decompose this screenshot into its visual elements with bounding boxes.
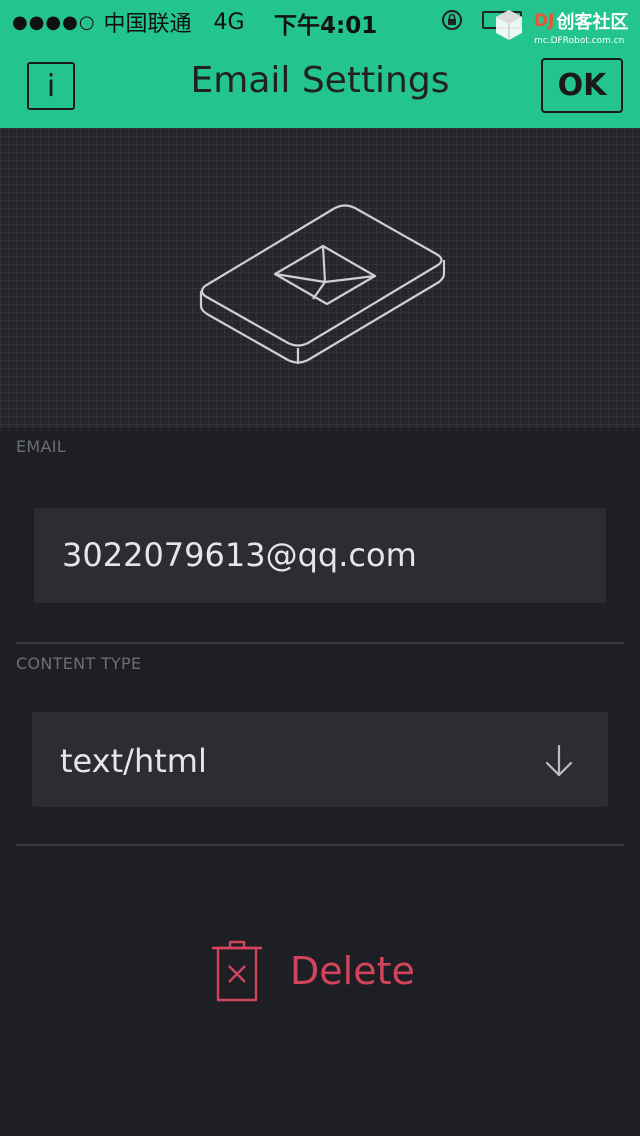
- email-envelope-icon: [199, 204, 446, 364]
- cube-logo-icon: [496, 10, 522, 40]
- status-left: ●●●●○ 中国联通 4G: [12, 6, 245, 38]
- email-settings-screen: ●●●●○ 中国联通 4G 下午4:01 DJ 创客社区 mc.DFRobot.…: [0, 0, 640, 1136]
- divider: [16, 642, 624, 644]
- signal-strength: ●●●●○: [12, 11, 96, 33]
- email-section-label: EMAIL: [16, 437, 66, 456]
- arrow-down-icon: [545, 744, 573, 777]
- email-input[interactable]: 3022079613@qq.com: [34, 508, 606, 603]
- rotation-lock-icon: [442, 10, 462, 30]
- content-type-value: text/html: [60, 742, 207, 780]
- email-value: 3022079613@qq.com: [62, 536, 417, 574]
- watermark-title: DJ 创客社区: [534, 8, 628, 34]
- content-type-section-label: CONTENT TYPE: [16, 654, 142, 673]
- status-bar: ●●●●○ 中国联通 4G 下午4:01 DJ 创客社区 mc.DFRobot.…: [0, 0, 640, 47]
- nav-bar: i Email Settings OK: [0, 40, 640, 128]
- network-type: 4G: [213, 9, 245, 35]
- carrier-name: 中国联通: [103, 12, 192, 37]
- header: ●●●●○ 中国联通 4G 下午4:01 DJ 创客社区 mc.DFRobot.…: [0, 0, 640, 128]
- trash-icon: [212, 940, 262, 1002]
- content-type-dropdown[interactable]: text/html: [32, 712, 608, 807]
- status-time: 下午4:01: [274, 13, 378, 39]
- hero-banner: [0, 128, 640, 428]
- watermark-text: 创客社区: [556, 12, 629, 33]
- divider: [16, 844, 624, 846]
- delete-label: Delete: [290, 949, 415, 993]
- watermark-prefix: DJ: [534, 11, 555, 31]
- delete-button[interactable]: Delete: [210, 938, 430, 1004]
- ok-button[interactable]: OK: [541, 58, 623, 113]
